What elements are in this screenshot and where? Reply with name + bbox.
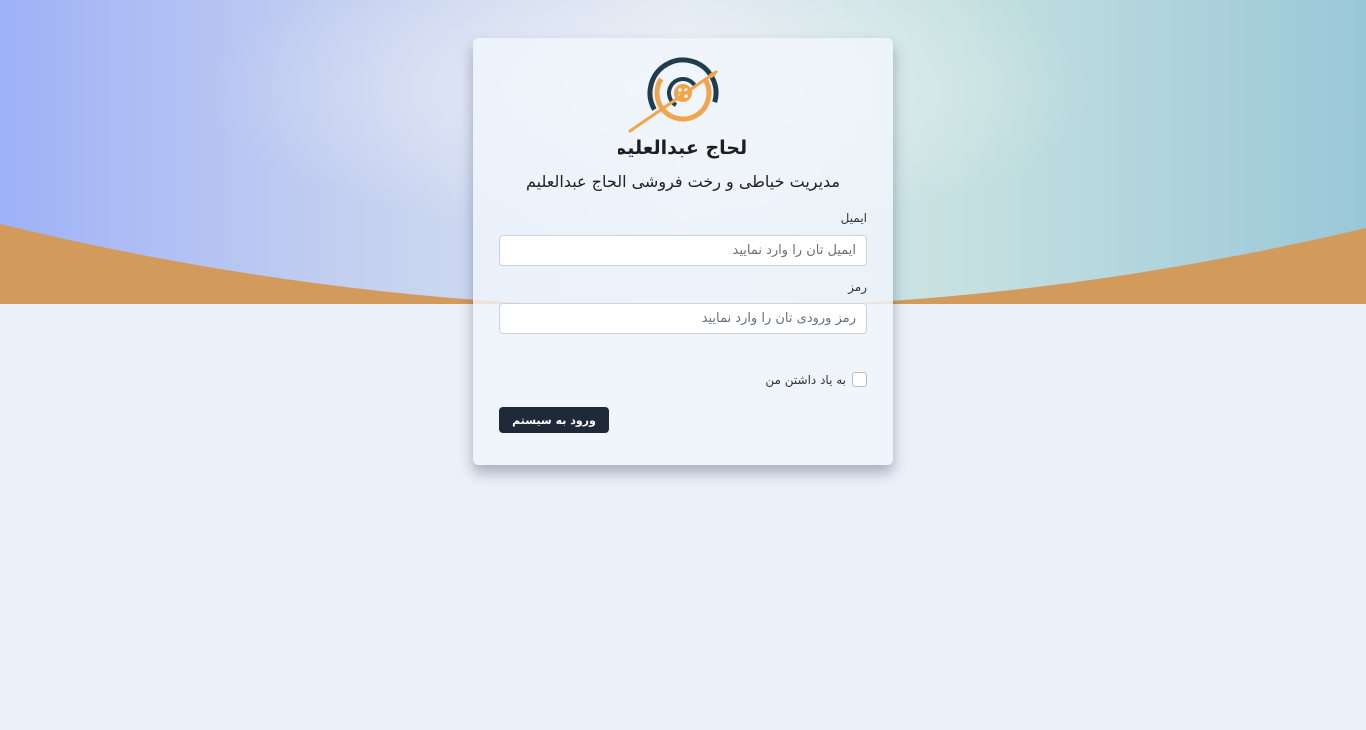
sewing-needle-button-icon	[628, 57, 719, 133]
login-card: الحاج عبدالعلیم مدیریت خیاطی و رخت فروشی…	[473, 38, 893, 465]
password-label: رمز	[848, 280, 867, 294]
submit-row: ورود به سیستم	[499, 407, 867, 433]
brand-logo-text: الحاج عبدالعلیم	[618, 137, 748, 159]
password-field[interactable]	[499, 303, 867, 334]
remember-me-checkbox[interactable]	[852, 372, 867, 387]
login-button[interactable]: ورود به سیستم	[499, 407, 609, 433]
remember-me-label[interactable]: به یاد داشتن من	[765, 373, 846, 387]
remember-me-row: به یاد داشتن من	[499, 372, 867, 387]
email-label: ایمیل	[840, 211, 867, 225]
brand-logo: الحاج عبدالعلیم	[618, 57, 748, 159]
email-field[interactable]	[499, 235, 867, 266]
page-subtitle: مدیریت خیاطی و رخت فروشی الحاج عبدالعلیم	[525, 172, 841, 191]
